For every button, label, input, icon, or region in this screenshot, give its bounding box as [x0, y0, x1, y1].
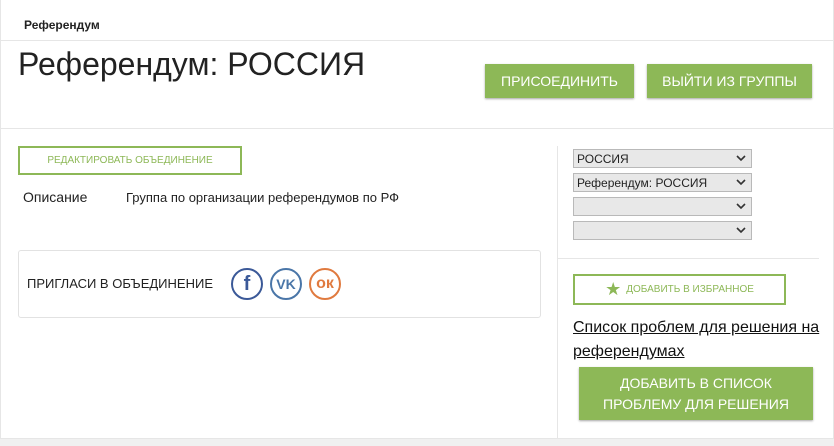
invite-label: ПРИГЛАСИ В ОБЪЕДИНЕНИЕ: [27, 276, 213, 291]
subgroup-select[interactable]: [573, 197, 752, 216]
chevron-down-icon: [736, 179, 746, 186]
select-value: Референдум: РОССИЯ: [577, 175, 708, 190]
vk-icon[interactable]: VK: [270, 268, 302, 300]
description-value: Группа по организации референдумов по РФ: [126, 190, 399, 205]
description-label: Описание: [23, 189, 88, 205]
problems-list-link[interactable]: Список проблем для решения на референдум…: [573, 316, 823, 364]
page-left-border: [0, 0, 1, 440]
breadcrumb[interactable]: Референдум: [24, 18, 100, 32]
star-icon: ★: [605, 279, 622, 299]
country-select[interactable]: РОССИЯ: [573, 149, 752, 168]
join-button[interactable]: ПРИСОЕДИНИТЬ: [485, 64, 634, 98]
subgroup-select-2[interactable]: [573, 221, 752, 240]
vk-glyph: VK: [276, 276, 296, 292]
odnoklassniki-glyph: ок: [316, 275, 334, 292]
chevron-down-icon: [736, 203, 746, 210]
header-divider: [0, 40, 834, 41]
edit-group-button[interactable]: РЕДАКТИРОВАТЬ ОБЪЕДИНЕНИЕ: [18, 146, 242, 175]
facebook-icon[interactable]: f: [231, 268, 263, 300]
section-divider: [0, 128, 834, 129]
chevron-down-icon: [736, 155, 746, 162]
odnoklassniki-icon[interactable]: ок: [309, 268, 341, 300]
group-select[interactable]: Референдум: РОССИЯ: [573, 173, 752, 192]
facebook-glyph: f: [243, 272, 251, 295]
add-problem-button[interactable]: ДОБАВИТЬ В СПИСОК ПРОБЛЕМУ ДЛЯ РЕШЕНИЯ: [579, 367, 813, 420]
leave-group-button[interactable]: ВЫЙТИ ИЗ ГРУППЫ: [647, 64, 812, 98]
sidebar-section-divider: [557, 258, 819, 259]
add-to-favorites-button[interactable]: ★ ДОБАВИТЬ В ИЗБРАННОЕ: [573, 274, 786, 305]
page-title: Референдум: РОССИЯ: [18, 46, 366, 82]
sidebar-divider: [557, 146, 558, 440]
select-value: РОССИЯ: [577, 151, 629, 166]
favorite-label: ДОБАВИТЬ В ИЗБРАННОЕ: [626, 284, 754, 295]
chevron-down-icon: [736, 227, 746, 234]
